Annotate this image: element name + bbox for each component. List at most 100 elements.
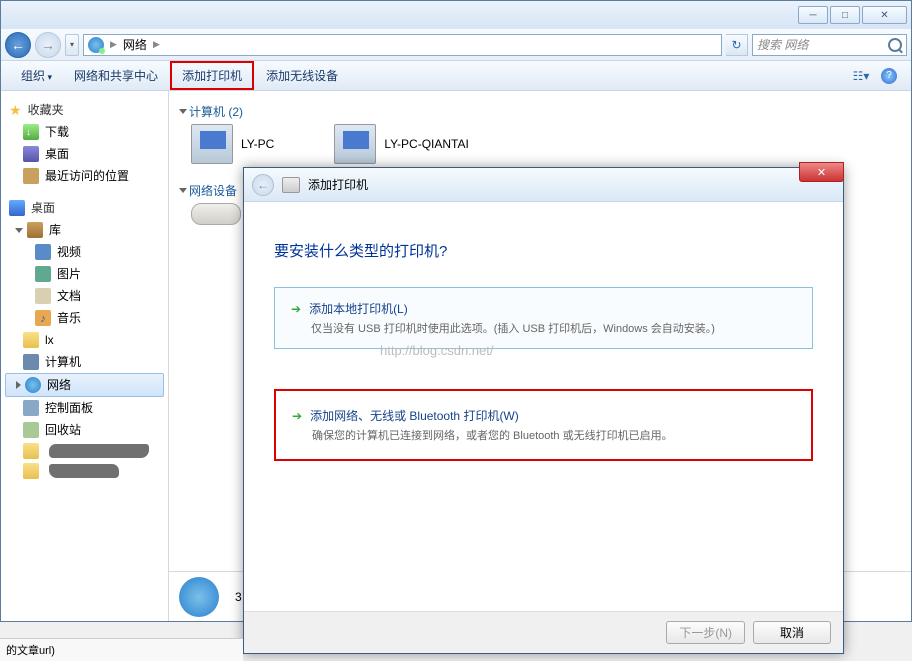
option-title: 添加本地打印机(L) <box>309 300 408 317</box>
network-device-item[interactable] <box>191 203 241 225</box>
router-icon <box>191 203 241 225</box>
cancel-button[interactable]: 取消 <box>753 621 831 644</box>
add-printer-dialog: ← 添加打印机 ✕ 要安装什么类型的打印机? ➔ 添加本地打印机(L) 仅当没有 … <box>243 167 844 654</box>
refresh-button[interactable]: ↻ <box>726 34 748 56</box>
computer-icon <box>191 124 233 164</box>
sidebar-item-redacted[interactable] <box>5 461 164 481</box>
sidebar-item-music[interactable]: ♪ 音乐 <box>5 307 164 329</box>
sidebar-item-recent[interactable]: 最近访问的位置 <box>5 165 164 187</box>
command-bar: 组织 网络和共享中心 添加打印机 添加无线设备 ☷▾ ? <box>1 61 911 91</box>
address-bar[interactable]: ▶ 网络 ▶ <box>83 34 722 56</box>
label: 网络设备 <box>189 182 237 199</box>
sidebar-item-control-panel[interactable]: 控制面板 <box>5 397 164 419</box>
search-input[interactable]: 搜索 网络 <box>752 34 907 56</box>
dialog-title-bar: ← 添加打印机 ✕ <box>244 168 843 202</box>
dialog-title: 添加打印机 <box>308 176 368 193</box>
option-description: 确保您的计算机已连接到网络，或者您的 Bluetooth 或无线打印机已启用。 <box>312 427 795 443</box>
picture-icon <box>35 266 51 282</box>
navigation-pane: ★收藏夹 下载 桌面 最近访问的位置 桌面 库 视频 图片 文档 ♪音乐 lx … <box>1 91 169 621</box>
computer-item[interactable]: LY-PC <box>191 124 274 164</box>
sidebar-item-desktop[interactable]: 桌面 <box>5 143 164 165</box>
label: 桌面 <box>45 145 69 163</box>
option-title: 添加网络、无线或 Bluetooth 打印机(W) <box>310 407 519 424</box>
search-placeholder: 搜索 网络 <box>757 36 808 53</box>
computer-icon <box>23 354 39 370</box>
option-add-local-printer[interactable]: ➔ 添加本地打印机(L) 仅当没有 USB 打印机时使用此选项。(插入 USB 打… <box>274 287 813 349</box>
expand-icon <box>15 228 23 233</box>
label: LY-PC <box>241 137 274 151</box>
category-computers[interactable]: 计算机 (2) <box>179 103 901 120</box>
back-button[interactable]: ← <box>5 32 31 58</box>
collapse-icon <box>179 188 187 193</box>
dialog-heading: 要安装什么类型的打印机? <box>274 240 813 261</box>
page-footer-fragment: 的文章url) <box>0 638 243 661</box>
label: lx <box>45 331 54 349</box>
desktop-group[interactable]: 桌面 <box>5 197 164 219</box>
arrow-right-icon: ➔ <box>291 302 301 316</box>
label: 回收站 <box>45 421 81 439</box>
sidebar-item-videos[interactable]: 视频 <box>5 241 164 263</box>
folder-icon <box>23 332 39 348</box>
option-add-network-printer[interactable]: ➔ 添加网络、无线或 Bluetooth 打印机(W) 确保您的计算机已连接到网络… <box>274 389 813 461</box>
label: 网络 <box>47 376 71 394</box>
chevron-right-icon: ▶ <box>153 39 160 50</box>
label: 计算机 <box>45 353 81 371</box>
history-dropdown[interactable]: ▾ <box>65 34 79 56</box>
download-icon <box>23 124 39 140</box>
label: 视频 <box>57 243 81 261</box>
label: 音乐 <box>57 309 81 327</box>
organize-menu[interactable]: 组织 <box>11 63 62 88</box>
search-icon <box>888 38 902 52</box>
sidebar-item-documents[interactable]: 文档 <box>5 285 164 307</box>
sidebar-item-libraries[interactable]: 库 <box>5 219 164 241</box>
option-description: 仅当没有 USB 打印机时使用此选项。(插入 USB 打印机后，Windows … <box>311 320 796 336</box>
recycle-bin-icon <box>23 422 39 438</box>
network-sharing-center-button[interactable]: 网络和共享中心 <box>64 63 168 88</box>
library-icon <box>27 222 43 238</box>
desktop-icon <box>9 200 25 216</box>
arrow-right-icon: ➔ <box>292 409 302 423</box>
desktop-icon <box>23 146 39 162</box>
folder-icon <box>23 443 39 459</box>
control-panel-icon <box>23 400 39 416</box>
printer-icon <box>282 177 300 193</box>
video-icon <box>35 244 51 260</box>
computer-item[interactable]: LY-PC-QIANTAI <box>334 124 468 164</box>
sidebar-item-pictures[interactable]: 图片 <box>5 263 164 285</box>
network-icon <box>88 37 104 53</box>
sidebar-item-computer[interactable]: 计算机 <box>5 351 164 373</box>
label: 文档 <box>57 287 81 305</box>
dialog-body: 要安装什么类型的打印机? ➔ 添加本地打印机(L) 仅当没有 USB 打印机时使用… <box>244 202 843 519</box>
label: 控制面板 <box>45 399 93 417</box>
recent-icon <box>23 168 39 184</box>
favorites-group[interactable]: ★收藏夹 <box>5 99 164 121</box>
close-button[interactable]: ✕ <box>862 6 907 24</box>
favorites-label: 收藏夹 <box>28 101 64 119</box>
view-options-button[interactable]: ☷▾ <box>849 65 873 87</box>
next-button[interactable]: 下一步(N) <box>666 621 745 644</box>
music-icon: ♪ <box>35 310 51 326</box>
collapse-icon <box>179 109 187 114</box>
maximize-button[interactable]: □ <box>830 6 860 24</box>
title-bar: ─ □ ✕ <box>1 1 911 29</box>
help-button[interactable]: ? <box>877 65 901 87</box>
forward-button[interactable]: → <box>35 32 61 58</box>
dialog-back-button[interactable]: ← <box>252 174 274 196</box>
sidebar-item-recycle-bin[interactable]: 回收站 <box>5 419 164 441</box>
refresh-icon: ↻ <box>731 38 741 52</box>
address-item: 网络 <box>123 36 147 53</box>
view-icon: ☷▾ <box>853 69 870 83</box>
chevron-right-icon: ▶ <box>110 39 117 50</box>
minimize-button[interactable]: ─ <box>798 6 828 24</box>
redacted-label <box>49 444 149 458</box>
add-wireless-device-button[interactable]: 添加无线设备 <box>256 63 348 88</box>
label: 图片 <box>57 265 81 283</box>
sidebar-item-lx[interactable]: lx <box>5 329 164 351</box>
sidebar-item-network[interactable]: 网络 <box>5 373 164 397</box>
expand-icon <box>16 381 21 389</box>
sidebar-item-downloads[interactable]: 下载 <box>5 121 164 143</box>
dialog-close-button[interactable]: ✕ <box>799 162 844 182</box>
add-printer-button[interactable]: 添加打印机 <box>170 61 254 90</box>
sidebar-item-redacted[interactable] <box>5 441 164 461</box>
network-icon <box>25 377 41 393</box>
